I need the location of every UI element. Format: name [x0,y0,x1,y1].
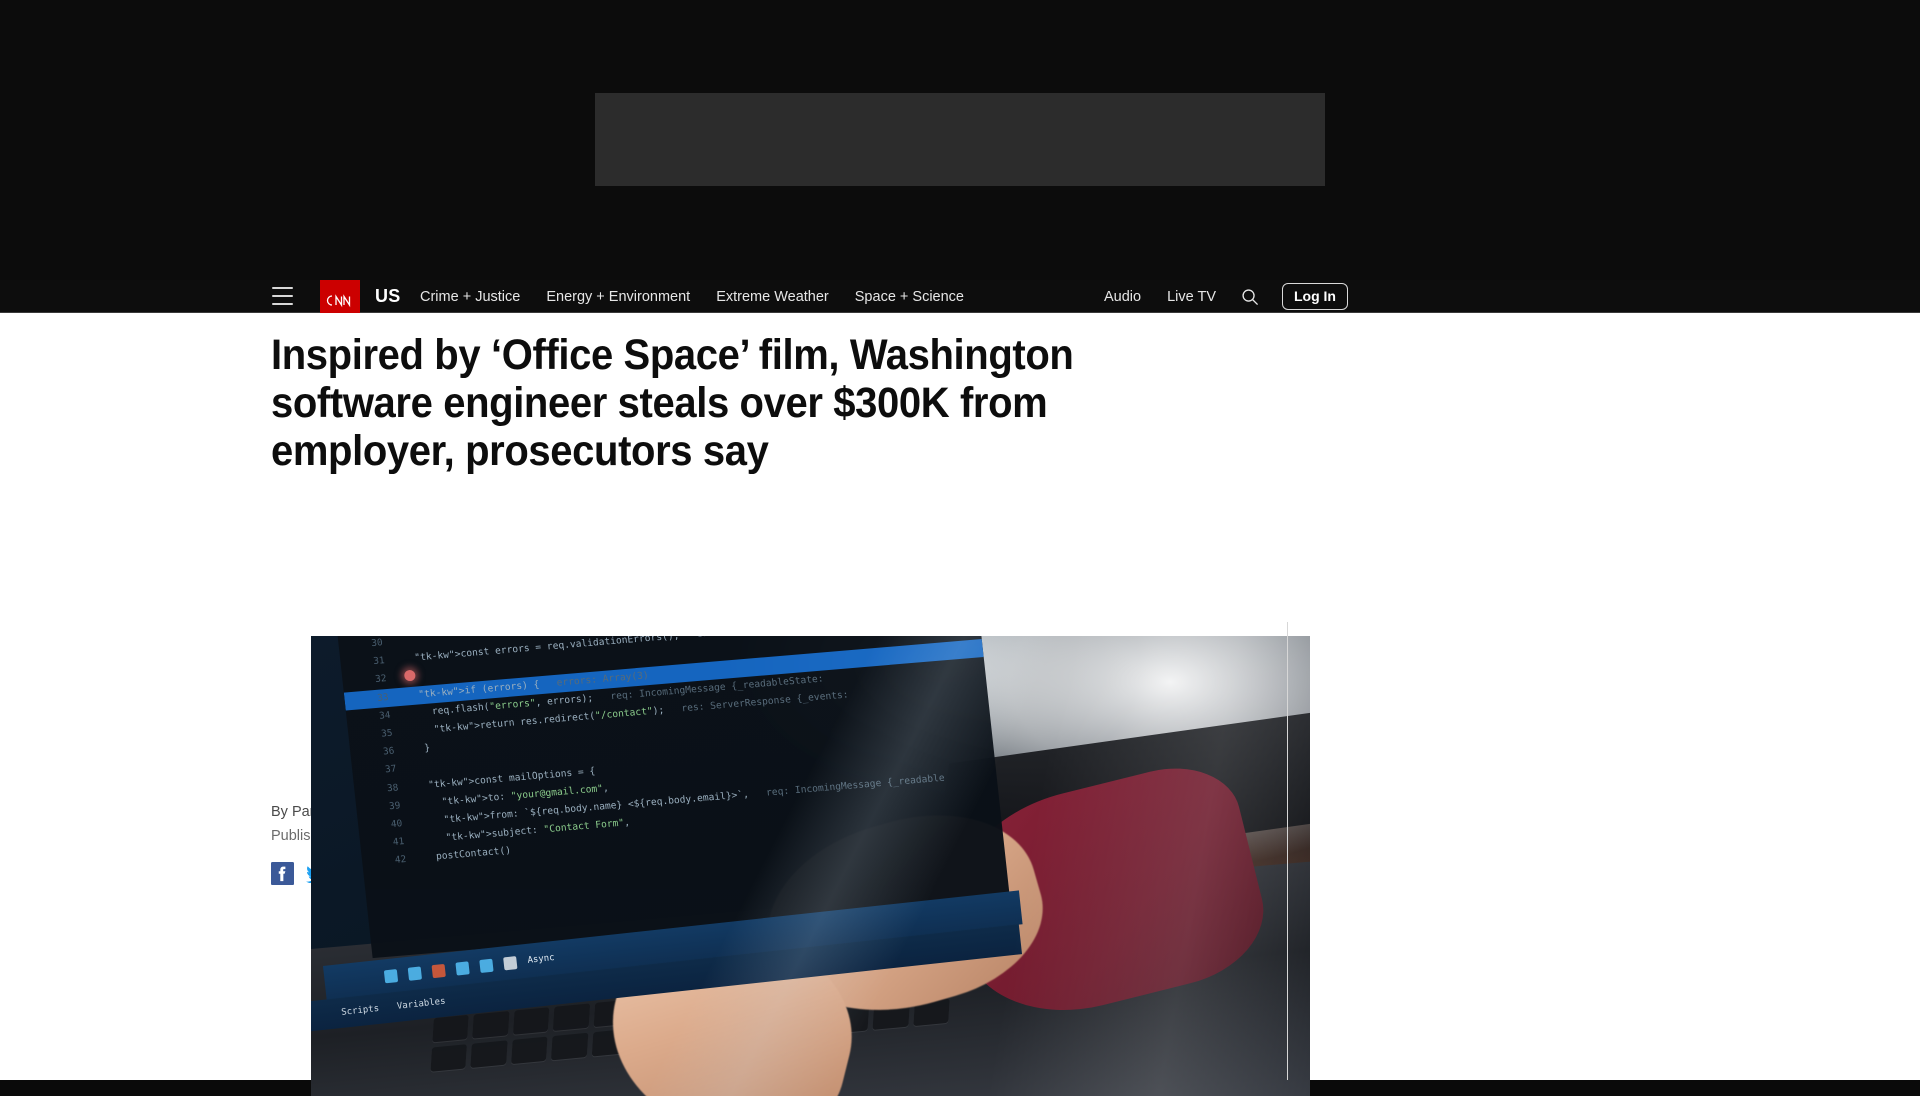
site-navigation-bar: US Crime + Justice Energy + Environment … [0,280,1920,321]
hamburger-bar [272,287,293,289]
nav-item-crime-justice[interactable]: Crime + Justice [420,288,520,306]
nav-item-space-science[interactable]: Space + Science [855,288,964,306]
code-line-number: 32 [374,673,388,686]
code-line-number: 36 [382,745,396,758]
code-line-number: 37 [384,763,397,776]
hamburger-bar [272,303,293,305]
code-line-number: 41 [392,836,405,849]
code-line-number: 39 [388,799,401,812]
search-icon[interactable] [1240,287,1260,307]
nav-item-energy-environment[interactable]: Energy + Environment [546,288,690,306]
code-lines: 30 31 "tk-kw">const errors = req.validatio… [338,636,1001,873]
nav-item-extreme-weather[interactable]: Extreme Weather [716,288,829,306]
nav-item-audio[interactable]: Audio [1104,288,1141,306]
log-in-button[interactable]: Log In [1282,283,1348,310]
hamburger-menu-icon[interactable] [272,287,293,305]
nav-section-label[interactable]: US [375,286,400,307]
nav-links: Crime + Justice Energy + Environment Ext… [420,288,964,306]
editor-tab-scripts: Scripts [340,1003,380,1018]
editor-toolbar-label: Async [527,952,556,966]
content-divider [1287,622,1288,1080]
code-line-number: 38 [386,781,399,794]
code-line-number: 35 [380,727,394,740]
share-facebook-icon[interactable] [271,862,294,885]
article-headline: Inspired by ‘Office Space’ film, Washing… [271,331,1074,475]
editor-tab-variables: Variables [396,996,447,1012]
code-line-number: 42 [394,854,407,867]
code-line-number: 31 [372,655,386,668]
article-hero-image[interactable]: 30 31 "tk-kw">const errors = req.validatio… [311,636,1310,1096]
code-line-number: 33 [376,691,390,704]
advertisement-placeholder[interactable] [595,93,1325,186]
code-line-text: } [423,742,431,755]
code-line-text: postContact() [435,845,512,863]
nav-right-group: Audio Live TV Log In [1104,280,1920,313]
article-container: Inspired by ‘Office Space’ film, Washing… [0,313,1920,1096]
top-ad-zone [0,0,1920,280]
nav-item-live-tv[interactable]: Live TV [1167,288,1216,306]
hamburger-bar [272,295,293,297]
code-line-number: 40 [390,818,403,830]
